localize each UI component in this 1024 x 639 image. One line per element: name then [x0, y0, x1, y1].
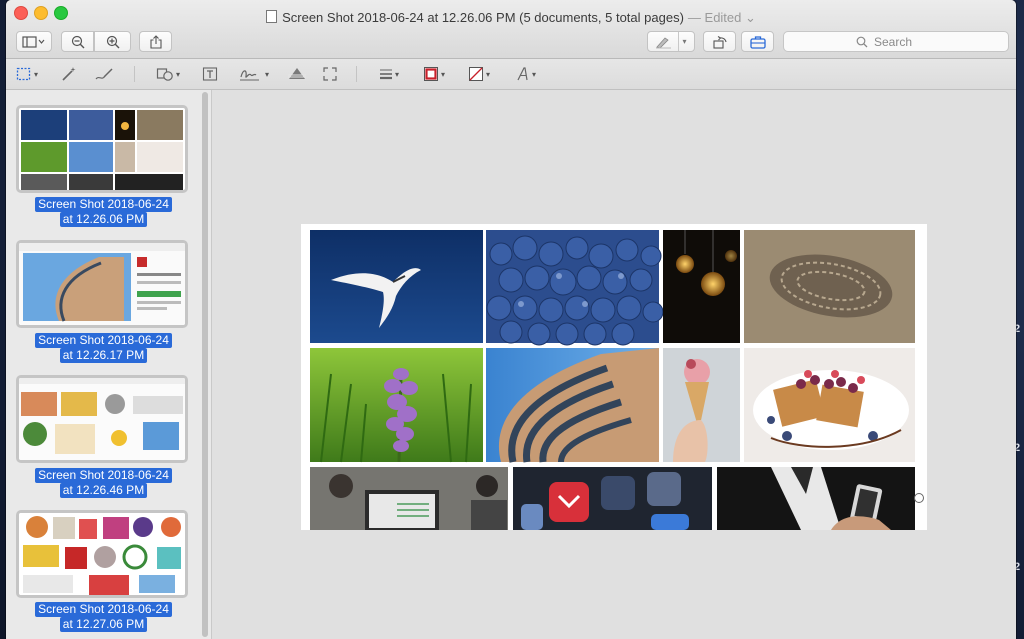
thumbnail-2-label[interactable]: Screen Shot 2018-06-24 at 12.26.17 PM: [6, 333, 201, 363]
thumbnail-4-label[interactable]: Screen Shot 2018-06-24 at 12.27.06 PM: [6, 602, 201, 632]
border-color-icon: [424, 67, 438, 81]
window-title: Screen Shot 2018-06-24 at 12.26.06 PM (5…: [6, 10, 1016, 26]
search-icon: [856, 36, 868, 47]
adjust-size-tool[interactable]: [322, 66, 338, 82]
footprint-in-sand-photo: [744, 230, 915, 343]
text-style-menu[interactable]: ▾: [516, 66, 536, 82]
rotate-icon: [712, 35, 727, 49]
selection-rect-icon: [16, 67, 31, 81]
resize-icon: [323, 67, 337, 81]
seagull-photo: [310, 230, 483, 343]
pen-icon: [656, 36, 672, 48]
text-tool[interactable]: [202, 66, 218, 82]
thumbnail-3[interactable]: [16, 375, 188, 463]
chevron-down-icon: ▾: [176, 69, 181, 79]
chevron-down-icon: ▾: [682, 37, 687, 46]
thumbnail-1[interactable]: [16, 105, 188, 193]
thumbnail-4-image: [19, 513, 185, 595]
thumbnail-3-label[interactable]: Screen Shot 2018-06-24 at 12.26.46 PM: [6, 468, 201, 498]
photo-collage: [310, 230, 915, 530]
toolbox-icon: [749, 35, 766, 49]
ice-cream-photo: [663, 348, 740, 462]
chevron-down-icon: ▾: [532, 69, 537, 79]
chevron-down-icon: ▾: [265, 69, 270, 79]
zoom-out-icon: [71, 35, 84, 48]
font-icon: [517, 67, 528, 81]
sidebar-view-button[interactable]: [16, 31, 52, 52]
zoom-out-button[interactable]: [61, 31, 94, 52]
document-icon: [266, 10, 278, 23]
markup-toolbar-button[interactable]: [741, 31, 774, 52]
border-color-menu[interactable]: ▾: [423, 66, 445, 82]
search-input[interactable]: [872, 33, 936, 50]
edited-indicator[interactable]: — Edited ⌄: [688, 10, 756, 25]
sign-tool[interactable]: ▾: [239, 66, 269, 82]
scroll-position-handle[interactable]: [914, 493, 924, 503]
preview-window: Screen Shot 2018-06-24 at 12.26.06 PM (5…: [6, 0, 1016, 639]
share-icon: [149, 34, 162, 49]
title-bar: Screen Shot 2018-06-24 at 12.26.06 PM (5…: [6, 0, 1016, 59]
fill-color-icon: [469, 67, 483, 81]
thumbnail-2-image: [19, 243, 185, 325]
chevron-down-icon: ▾: [486, 69, 491, 79]
fill-color-menu[interactable]: ▾: [468, 66, 490, 82]
document-canvas[interactable]: [212, 90, 1016, 639]
line-style-icon: [380, 69, 392, 80]
thumbnail-1-label[interactable]: Screen Shot 2018-06-24 at 12.26.06 PM: [6, 197, 201, 227]
light-bulbs-photo: [663, 230, 740, 343]
markup-toolbar: ▾ ▾ ▾ ▾ ▾ ▾ ▾: [6, 59, 1016, 90]
thumbnail-sidebar: Screen Shot 2018-06-24 at 12.26.06 PM Sc…: [6, 90, 212, 639]
zoom-in-button[interactable]: [94, 31, 131, 52]
thumbnail-2[interactable]: [16, 240, 188, 328]
sketch-icon: [95, 68, 113, 80]
shape-style-menu[interactable]: ▾: [379, 66, 399, 82]
thumbnail-1-image: [21, 110, 183, 190]
waffle-berries-photo: [744, 348, 915, 462]
curved-building-photo: [486, 348, 659, 463]
zoom-in-icon: [106, 35, 119, 48]
magic-wand-icon: [62, 67, 76, 81]
shapes-icon: [156, 68, 173, 81]
smartphone-apps-photo: [513, 467, 712, 530]
sidebar-scrollbar[interactable]: [202, 92, 208, 637]
share-button[interactable]: [139, 31, 172, 52]
purple-flower-photo: [310, 348, 483, 463]
window-title-text: Screen Shot 2018-06-24 at 12.26.06 PM (5…: [282, 10, 684, 25]
man-holding-phone-photo: [717, 467, 915, 530]
chevron-down-icon: ▾: [395, 69, 400, 79]
blueberries-photo: [486, 230, 664, 346]
chevron-down-icon: ▾: [34, 69, 39, 79]
shapes-tool[interactable]: ▾: [156, 66, 180, 82]
sketch-tool[interactable]: [94, 66, 114, 82]
sidebar-icon: [22, 35, 45, 48]
highlight-menu-button[interactable]: ▾: [647, 31, 695, 52]
rotate-button[interactable]: [703, 31, 736, 52]
laptop-meeting-photo: [310, 467, 508, 530]
thumbnail-3-image: [19, 378, 185, 460]
instant-alpha-tool[interactable]: [60, 66, 78, 82]
text-box-icon: [202, 67, 218, 81]
signature-icon: [240, 70, 259, 81]
chevron-down-icon: ▾: [441, 69, 446, 79]
rectangular-selection-tool[interactable]: ▾: [16, 66, 38, 82]
thumbnail-4[interactable]: [16, 510, 188, 598]
document-page: [301, 224, 927, 530]
search-field[interactable]: [783, 31, 1009, 52]
adjust-color-icon: [288, 68, 306, 79]
adjust-color-tool[interactable]: [287, 66, 307, 82]
